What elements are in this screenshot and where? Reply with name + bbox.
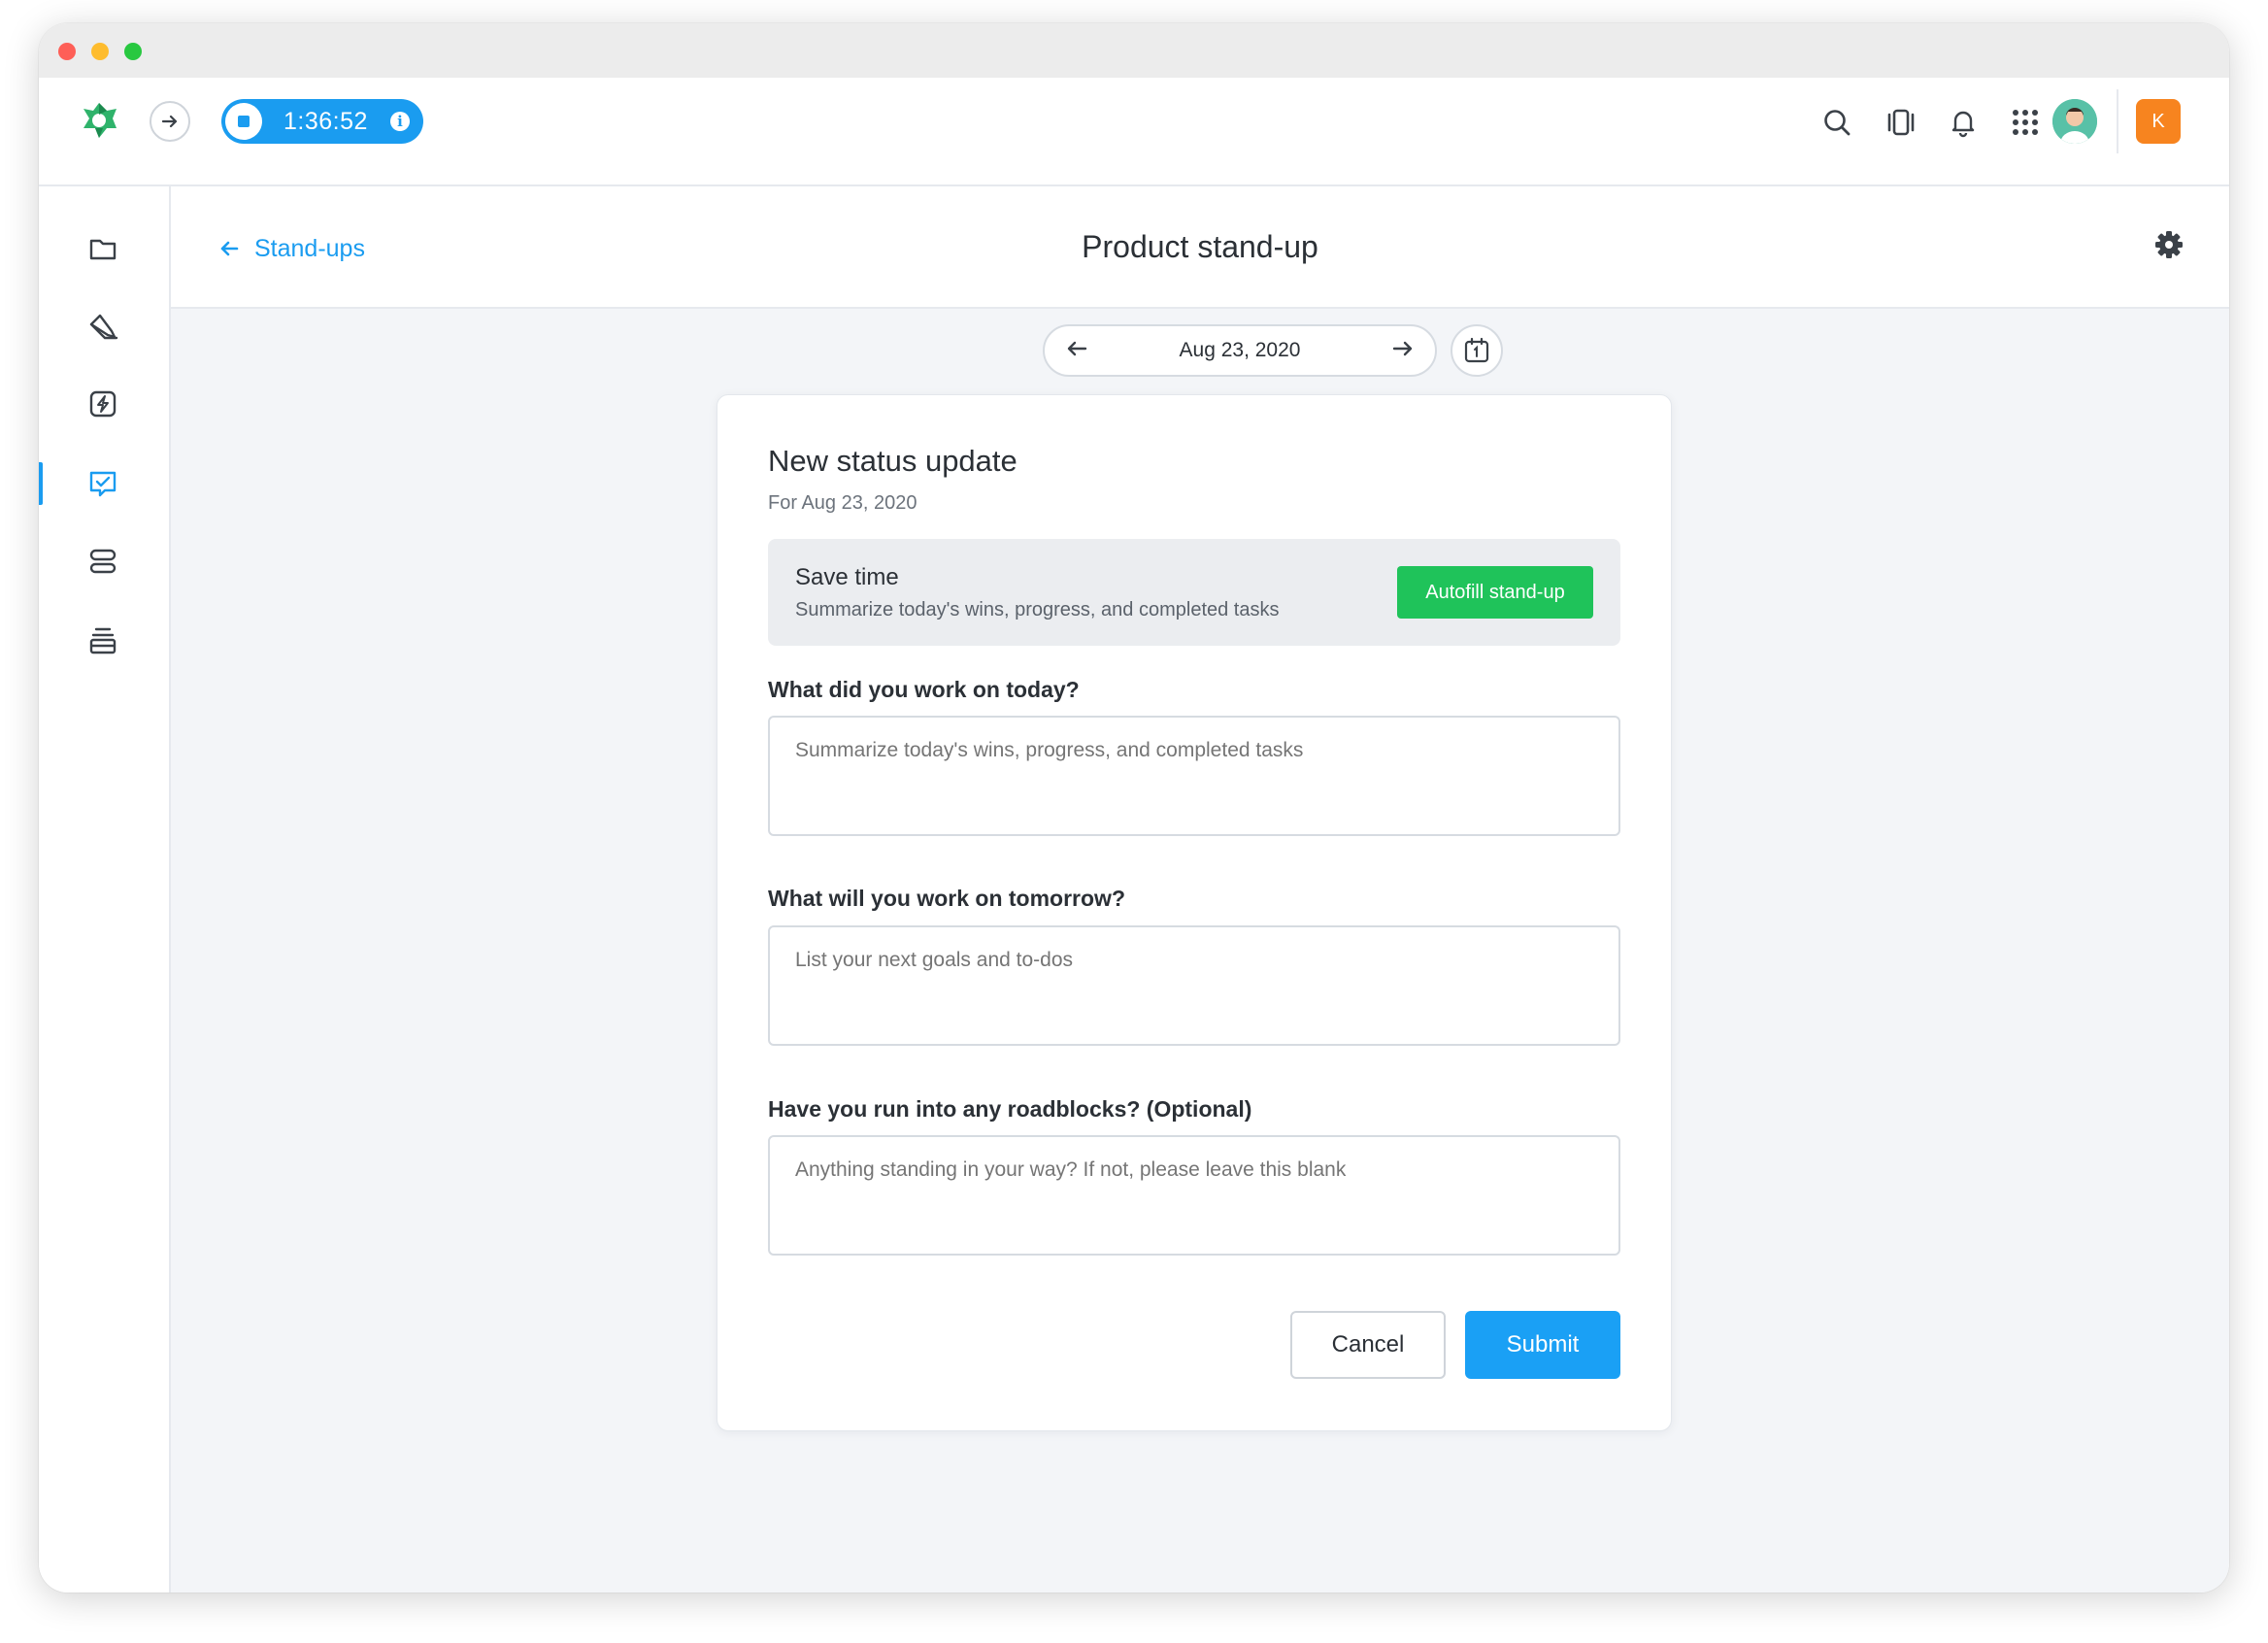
folder-icon (89, 239, 117, 260)
roadblocks-input[interactable] (768, 1135, 1620, 1256)
organization-badge[interactable]: K (2136, 99, 2181, 144)
maximize-window-button[interactable] (124, 43, 142, 60)
card-subtitle: For Aug 23, 2020 (768, 492, 917, 514)
gear-icon (2155, 231, 2183, 258)
main-content: Aug 23, 2020 New status update For Aug 2… (171, 309, 2229, 1593)
time-tracker[interactable]: 1:36:52 i (221, 99, 423, 144)
arrow-left-icon (1067, 341, 1087, 355)
autofill-title: Save time (795, 564, 899, 590)
info-icon[interactable]: i (390, 112, 410, 131)
autofill-description: Summarize today's wins, progress, and co… (795, 599, 1280, 620)
calendar-button[interactable] (1451, 324, 1503, 377)
sidebar (39, 186, 171, 1593)
apps-grid-icon[interactable] (2006, 103, 2045, 142)
next-date-button[interactable] (1390, 336, 1416, 366)
card-title: New status update (768, 444, 1017, 478)
autofill-panel: Save time Summarize today's wins, progre… (768, 539, 1620, 646)
app-window: 1:36:52 i K Stand-ups Product stand-up A… (39, 23, 2229, 1593)
app-logo-icon[interactable] (78, 99, 120, 142)
arrow-right-icon (161, 115, 178, 128)
lightning-icon (89, 390, 117, 418)
bell-icon[interactable] (1944, 103, 1983, 142)
sidebar-item-projects[interactable] (83, 229, 122, 268)
minimize-window-button[interactable] (91, 43, 109, 60)
sidebar-item-edit[interactable] (83, 307, 122, 346)
sidebar-active-indicator (39, 462, 43, 505)
pencil-icon (89, 314, 118, 340)
current-date: Aug 23, 2020 (1179, 339, 1301, 361)
activity-icon[interactable] (1882, 103, 1920, 142)
stop-timer-button[interactable] (225, 103, 262, 140)
cancel-button[interactable]: Cancel (1290, 1311, 1446, 1379)
close-window-button[interactable] (58, 43, 76, 60)
title-bar (39, 23, 2229, 78)
search-icon[interactable] (1818, 103, 1856, 142)
submit-button[interactable]: Submit (1465, 1311, 1620, 1379)
user-avatar[interactable] (2052, 99, 2097, 144)
today-input[interactable] (768, 716, 1620, 836)
expand-sidebar-button[interactable] (150, 101, 190, 142)
page-title: Product stand-up (1082, 229, 1318, 264)
settings-button[interactable] (2150, 225, 2188, 264)
sidebar-item-lists[interactable] (83, 542, 122, 581)
sidebar-item-standups[interactable] (83, 464, 122, 503)
date-navigator: Aug 23, 2020 (1043, 324, 1437, 377)
calendar-icon (1464, 337, 1489, 363)
stop-icon (238, 116, 250, 127)
sidebar-item-insights[interactable] (83, 385, 122, 423)
tomorrow-input[interactable] (768, 925, 1620, 1046)
question-roadblocks-label: Have you run into any roadblocks? (Optio… (768, 1096, 1252, 1122)
top-bar: 1:36:52 i K (39, 78, 2229, 186)
arrow-right-icon (1392, 341, 1413, 355)
top-bar-divider (2117, 89, 2118, 153)
page-header: Stand-ups Product stand-up (171, 186, 2229, 309)
status-update-card: New status update For Aug 23, 2020 Save … (717, 394, 1672, 1431)
autofill-standup-button[interactable]: Autofill stand-up (1397, 566, 1593, 619)
question-today-label: What did you work on today? (768, 677, 1080, 702)
stack-icon (89, 627, 117, 654)
list-icon (89, 549, 117, 574)
previous-date-button[interactable] (1064, 336, 1089, 366)
question-tomorrow-label: What will you work on tomorrow? (768, 886, 1125, 911)
checklist-icon (89, 471, 117, 497)
timer-value: 1:36:52 (284, 107, 368, 135)
sidebar-item-archive[interactable] (83, 621, 122, 660)
